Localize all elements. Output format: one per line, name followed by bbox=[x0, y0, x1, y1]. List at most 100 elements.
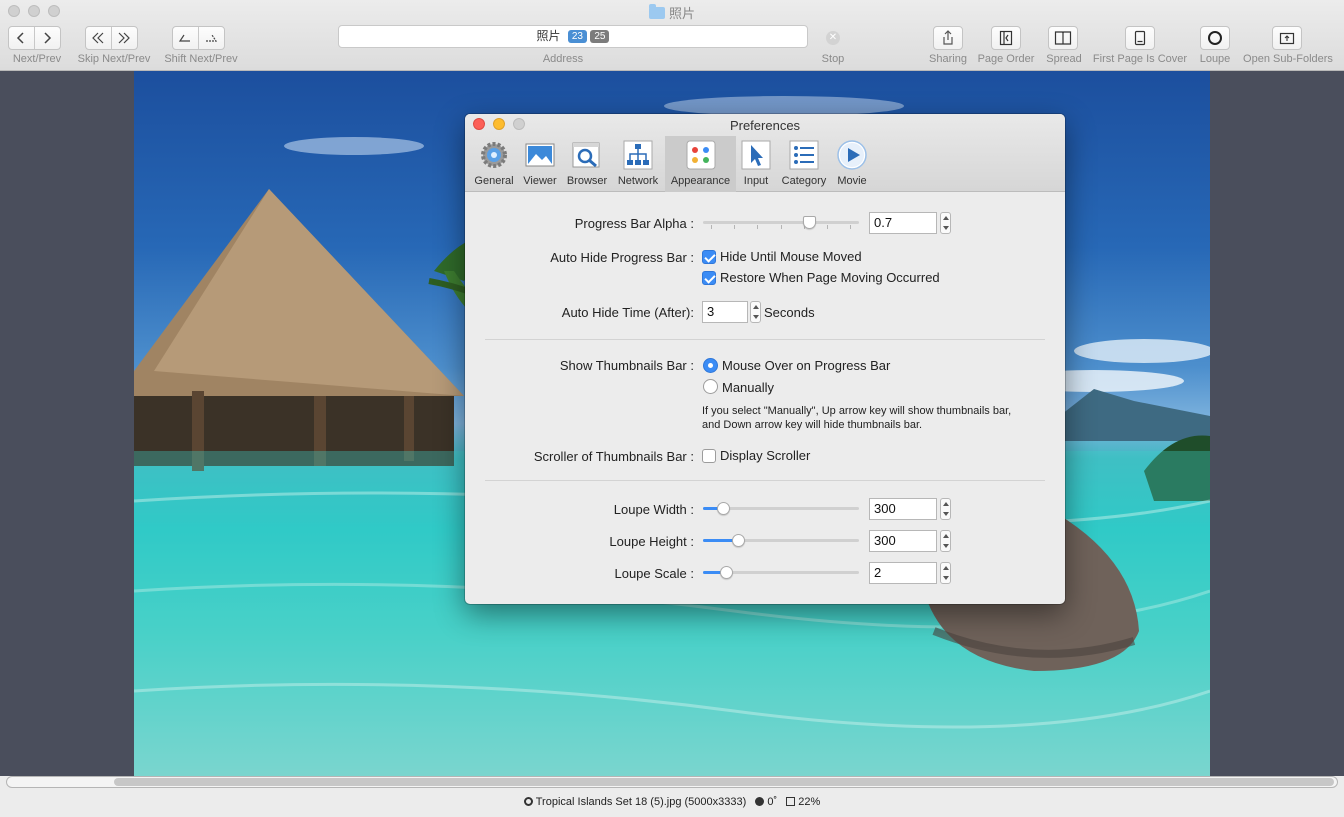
shift-next-button[interactable] bbox=[199, 27, 224, 49]
shift-previous-button[interactable] bbox=[173, 27, 199, 49]
zoom-icon bbox=[786, 797, 796, 806]
mouse-over-progress-bar-label: Mouse Over on Progress Bar bbox=[722, 358, 891, 373]
slider-knob[interactable] bbox=[717, 502, 730, 515]
open-subfolders-label: Open Sub-Folders bbox=[1243, 53, 1333, 65]
loupe-scale-stepper[interactable] bbox=[940, 562, 951, 584]
scrollbar-thumb[interactable] bbox=[114, 778, 1334, 786]
loupe-height-stepper[interactable] bbox=[940, 530, 951, 552]
tab-movie[interactable]: Movie bbox=[834, 136, 870, 192]
loupe-width-label: Loupe Width : bbox=[613, 502, 694, 517]
stop-icon[interactable]: ✕ bbox=[826, 31, 840, 45]
slider-knob[interactable] bbox=[720, 566, 733, 579]
slider-knob[interactable] bbox=[732, 534, 745, 547]
tab-input[interactable]: Input bbox=[738, 136, 774, 192]
tab-category-label: Category bbox=[781, 175, 827, 187]
page-order-button[interactable] bbox=[991, 26, 1021, 50]
spread-button[interactable] bbox=[1048, 26, 1078, 50]
skip-previous-button[interactable] bbox=[86, 27, 112, 49]
sharing-button[interactable] bbox=[933, 26, 963, 50]
loupe-width-stepper[interactable] bbox=[940, 498, 951, 520]
slider-tick bbox=[757, 225, 758, 229]
address-field[interactable]: 照片 23 25 bbox=[338, 25, 808, 48]
next-prev-label: Next/Prev bbox=[12, 53, 62, 65]
loupe-width-field[interactable]: 300 bbox=[869, 498, 937, 520]
slider-knob[interactable] bbox=[803, 216, 816, 229]
spread-label: Spread bbox=[1046, 53, 1082, 65]
shift-left-icon bbox=[179, 34, 191, 42]
tab-network[interactable]: Network bbox=[613, 136, 663, 192]
progress-bar-alpha-stepper[interactable] bbox=[940, 212, 951, 234]
next-button[interactable] bbox=[35, 27, 60, 49]
hide-until-mouse-moved-label: Hide Until Mouse Moved bbox=[720, 249, 862, 264]
slider-tick bbox=[827, 225, 828, 229]
shift-next-prev-control bbox=[172, 26, 225, 50]
tab-browser[interactable]: Browser bbox=[563, 136, 611, 192]
first-page-cover-label: First Page Is Cover bbox=[1092, 53, 1188, 65]
manually-radio[interactable] bbox=[703, 379, 718, 394]
tab-viewer[interactable]: Viewer bbox=[519, 136, 561, 192]
skip-next-prev-control bbox=[85, 26, 138, 50]
loupe-width-slider[interactable] bbox=[703, 499, 859, 519]
loupe-height-field[interactable]: 300 bbox=[869, 530, 937, 552]
network-icon bbox=[623, 140, 653, 170]
address-text: 照片 bbox=[536, 29, 561, 43]
hide-until-mouse-moved-checkbox[interactable] bbox=[702, 250, 716, 264]
horizontal-scrollbar[interactable] bbox=[6, 776, 1338, 788]
auto-hide-time-label: Auto Hide Time (After): bbox=[561, 305, 694, 320]
auto-hide-time-stepper[interactable] bbox=[750, 301, 761, 323]
slider-track bbox=[703, 221, 859, 224]
tab-browser-label: Browser bbox=[566, 175, 608, 187]
status-zoom: 22% bbox=[798, 796, 821, 808]
shift-label: Shift Next/Prev bbox=[164, 53, 238, 65]
status-bar: Tropical Islands Set 18 (5).jpg (5000x33… bbox=[0, 790, 1344, 817]
folder-icon bbox=[648, 4, 665, 19]
status-filename: Tropical Islands Set 18 (5).jpg (5000x33… bbox=[535, 796, 747, 808]
window-title: 照片 bbox=[0, 3, 1344, 22]
restore-when-moving-checkbox[interactable] bbox=[702, 271, 716, 285]
cover-page-icon bbox=[1134, 30, 1146, 46]
display-scroller-checkbox[interactable] bbox=[702, 449, 716, 463]
slider-tick bbox=[850, 225, 851, 229]
image-icon bbox=[525, 143, 555, 167]
tab-general[interactable]: General bbox=[471, 136, 517, 192]
auto-hide-time-field[interactable]: 3 bbox=[702, 301, 748, 323]
cursor-icon bbox=[741, 140, 771, 170]
mouse-over-progress-bar-radio[interactable] bbox=[703, 358, 718, 373]
share-icon bbox=[943, 30, 953, 45]
section-divider bbox=[485, 480, 1045, 481]
spread-book-icon bbox=[1054, 31, 1072, 45]
scroller-thumbnails-label: Scroller of Thumbnails Bar : bbox=[533, 449, 694, 464]
rotation-icon bbox=[755, 797, 765, 806]
skip-next-button[interactable] bbox=[112, 27, 137, 49]
loupe-label: Loupe bbox=[1199, 53, 1231, 65]
previous-button[interactable] bbox=[9, 27, 35, 49]
first-page-cover-button[interactable] bbox=[1125, 26, 1155, 50]
auto-hide-progress-bar-label: Auto Hide Progress Bar : bbox=[550, 250, 694, 265]
magnifier-icon bbox=[572, 142, 600, 168]
open-subfolders-button[interactable] bbox=[1272, 26, 1302, 50]
sharing-label: Sharing bbox=[929, 53, 967, 65]
double-chevron-right-icon bbox=[118, 32, 131, 44]
chevron-left-icon bbox=[17, 32, 24, 44]
play-icon bbox=[837, 140, 867, 170]
tab-general-label: General bbox=[474, 175, 514, 187]
progress-bar-alpha-slider[interactable] bbox=[703, 213, 859, 233]
tab-network-label: Network bbox=[617, 175, 659, 187]
loupe-height-slider[interactable] bbox=[703, 531, 859, 551]
manually-label: Manually bbox=[722, 380, 775, 395]
tab-appearance[interactable]: Appearance bbox=[665, 136, 736, 192]
tab-viewer-label: Viewer bbox=[523, 175, 557, 187]
stop-label: Stop bbox=[821, 53, 845, 65]
loupe-scale-field[interactable]: 2 bbox=[869, 562, 937, 584]
loupe-scale-slider[interactable] bbox=[703, 563, 859, 583]
progress-bar-alpha-field[interactable]: 0.7 bbox=[869, 212, 937, 234]
display-scroller-label: Display Scroller bbox=[720, 448, 811, 463]
thumbnails-note-line-1: If you select "Manually", Up arrow key w… bbox=[702, 405, 1012, 417]
book-order-icon bbox=[999, 30, 1013, 46]
palette-icon bbox=[686, 140, 715, 170]
loupe-scale-label: Loupe Scale : bbox=[614, 566, 694, 581]
thumbnails-note-line-2: and Down arrow key will hide thumbnails … bbox=[702, 419, 923, 431]
slider-tick bbox=[734, 225, 735, 229]
tab-category[interactable]: Category bbox=[776, 136, 832, 192]
loupe-button[interactable] bbox=[1200, 26, 1230, 50]
